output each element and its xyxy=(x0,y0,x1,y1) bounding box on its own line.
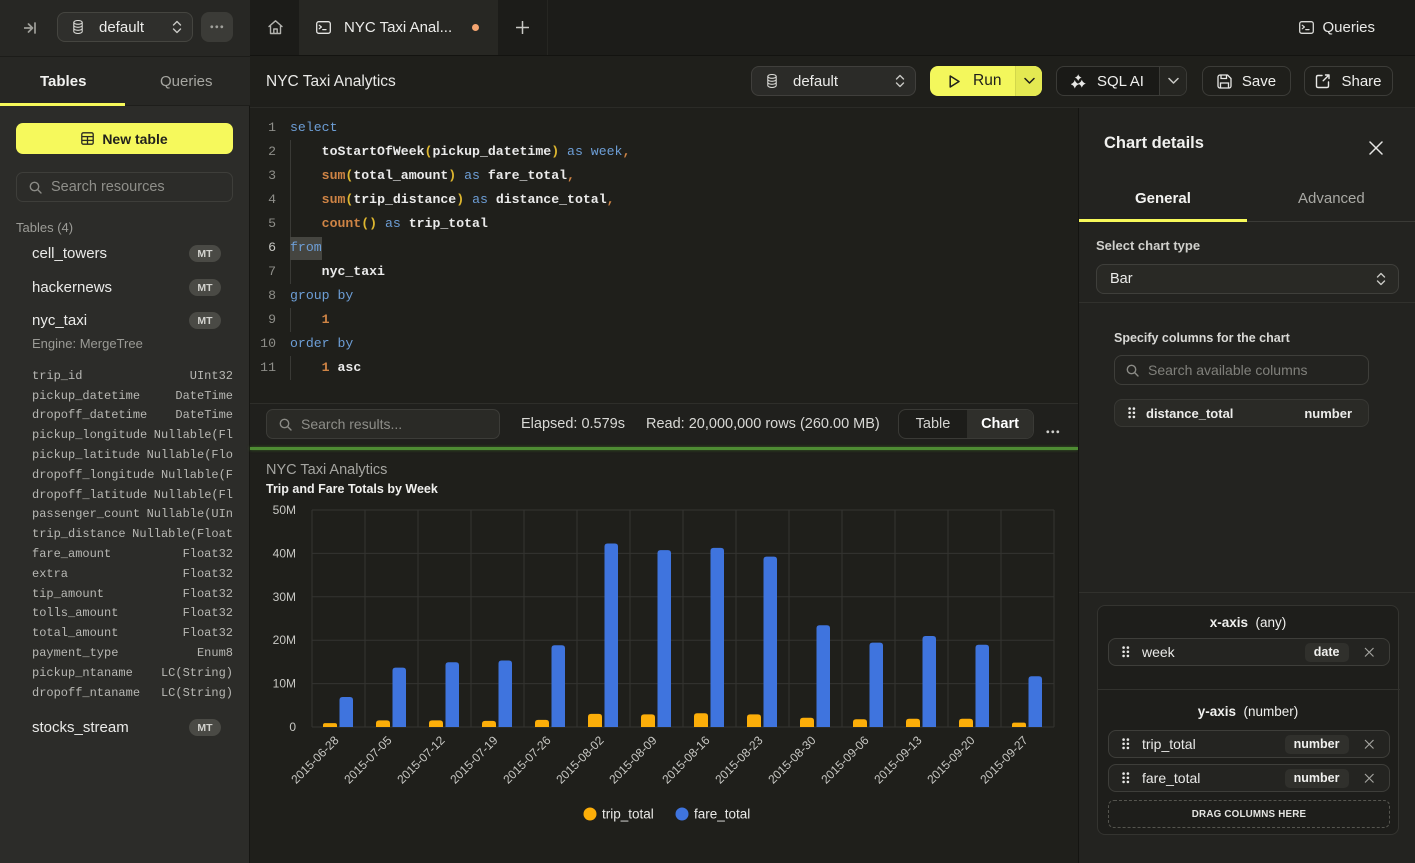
svg-text:20M: 20M xyxy=(273,633,296,647)
svg-text:fare_total: fare_total xyxy=(694,807,750,822)
svg-text:2015-07-19: 2015-07-19 xyxy=(447,733,501,787)
svg-text:trip_total: trip_total xyxy=(602,807,654,822)
svg-text:40M: 40M xyxy=(273,546,296,560)
svg-text:2015-06-28: 2015-06-28 xyxy=(288,733,342,787)
svg-text:2015-09-20: 2015-09-20 xyxy=(924,733,978,787)
svg-text:2015-08-23: 2015-08-23 xyxy=(712,733,766,787)
svg-text:2015-08-30: 2015-08-30 xyxy=(765,733,819,787)
svg-text:2015-09-27: 2015-09-27 xyxy=(977,733,1031,787)
svg-text:2015-09-13: 2015-09-13 xyxy=(871,733,925,787)
svg-text:2015-08-16: 2015-08-16 xyxy=(659,733,713,787)
svg-text:10M: 10M xyxy=(273,677,296,691)
svg-text:0: 0 xyxy=(289,720,296,734)
svg-text:2015-08-02: 2015-08-02 xyxy=(553,733,607,787)
svg-text:2015-07-12: 2015-07-12 xyxy=(394,733,448,787)
svg-text:2015-09-06: 2015-09-06 xyxy=(818,733,872,787)
svg-text:30M: 30M xyxy=(273,590,296,604)
svg-text:2015-08-09: 2015-08-09 xyxy=(606,733,660,787)
svg-text:2015-07-05: 2015-07-05 xyxy=(341,733,395,787)
svg-text:50M: 50M xyxy=(273,503,296,517)
svg-text:2015-07-26: 2015-07-26 xyxy=(500,733,554,787)
